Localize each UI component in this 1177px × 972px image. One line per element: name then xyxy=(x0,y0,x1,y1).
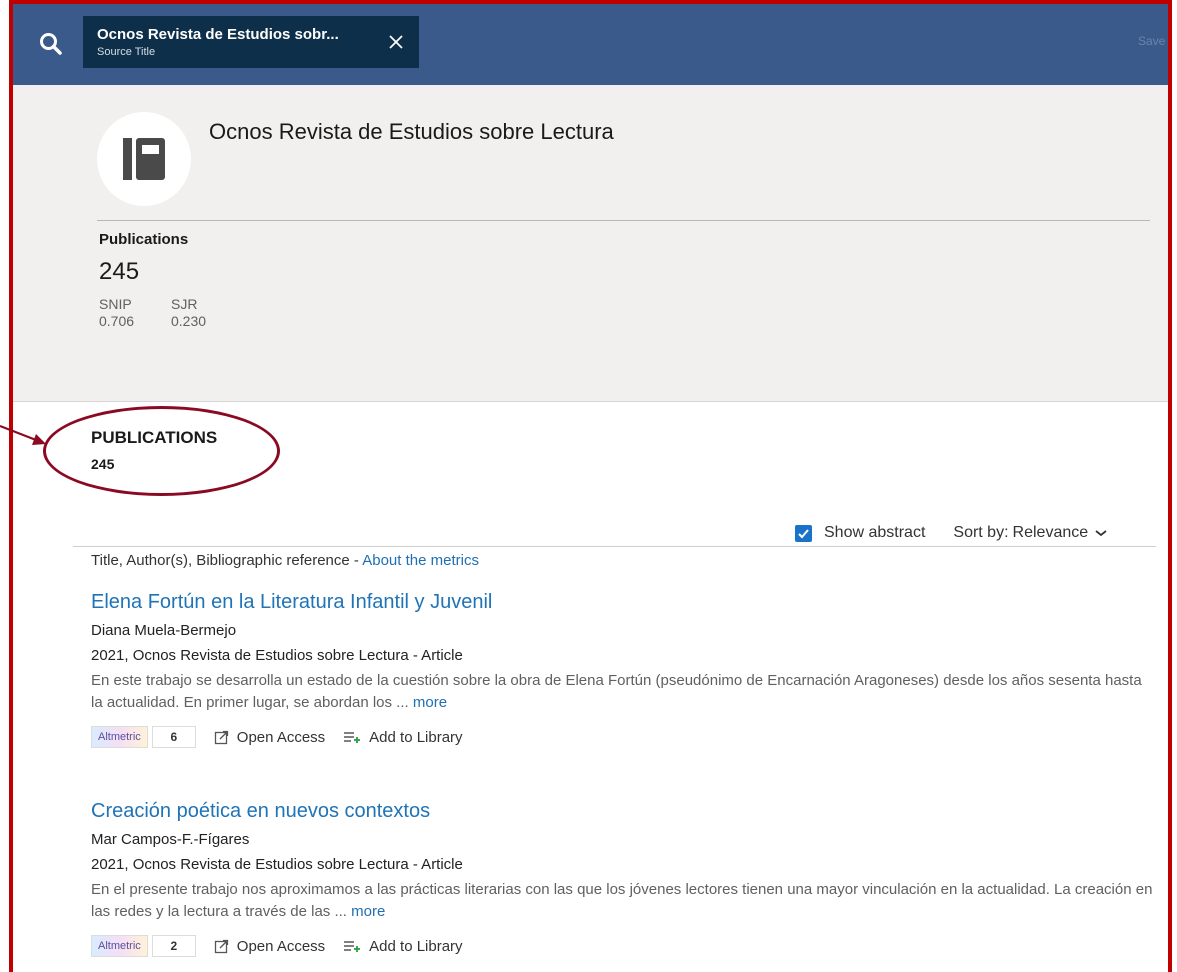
annotation-arrow xyxy=(0,424,46,445)
publication-actions: Altmetric 2 Open Access Add to Library xyxy=(91,935,1161,957)
publication-abstract: En el presente trabajo nos aproximamos a… xyxy=(91,879,1153,923)
add-to-library-icon xyxy=(344,732,361,743)
save-link[interactable]: Save / xyxy=(1138,34,1168,48)
sort-dropdown[interactable]: Relevance xyxy=(1013,524,1089,542)
external-link-icon xyxy=(214,730,228,744)
publication-reference: 2021, Ocnos Revista de Estudios sobre Le… xyxy=(91,647,463,664)
publications-count: 245 xyxy=(99,258,140,285)
annotation-circle xyxy=(43,406,280,496)
metric-value: 0.706 xyxy=(99,313,135,329)
add-to-library-label: Add to Library xyxy=(369,728,463,746)
publication-title-link[interactable]: Creación poética en nuevos contextos xyxy=(91,798,1161,824)
columns-caption: Title, Author(s), Bibliographic referenc… xyxy=(91,552,479,569)
add-to-library-icon xyxy=(344,941,361,952)
publications-label: Publications xyxy=(99,231,189,248)
publication-item: Creación poética en nuevos contextos Mar… xyxy=(91,798,1161,957)
more-link[interactable]: more xyxy=(351,903,385,920)
altmetric-score: 2 xyxy=(151,935,196,957)
altmetric-badge[interactable]: Altmetric 6 xyxy=(91,726,196,748)
open-access-button[interactable]: Open Access xyxy=(214,729,325,746)
top-bar: Ocnos Revista de Estudios sobr... Source… xyxy=(13,4,1168,85)
source-title: Ocnos Revista de Estudios sobre Lectura xyxy=(209,119,614,144)
search-icon xyxy=(40,33,62,55)
altmetric-label: Altmetric xyxy=(91,726,148,748)
columns-caption-text: Title, Author(s), Bibliographic referenc… xyxy=(91,552,359,569)
show-abstract-label[interactable]: Show abstract xyxy=(824,524,925,542)
source-avatar xyxy=(97,112,191,206)
add-to-library-button[interactable]: Add to Library xyxy=(343,937,463,955)
about-metrics-link[interactable]: About the metrics xyxy=(362,552,479,569)
publication-author[interactable]: Diana Muela-Bermejo xyxy=(91,622,1161,640)
add-to-library-button[interactable]: Add to Library xyxy=(343,728,463,746)
journal-icon xyxy=(123,138,165,180)
search-button[interactable] xyxy=(37,30,65,58)
checkbox-check-icon xyxy=(798,528,809,538)
open-access-label: Open Access xyxy=(236,728,326,746)
open-access-button[interactable]: Open Access xyxy=(214,938,325,955)
altmetric-label: Altmetric xyxy=(91,935,148,957)
list-divider xyxy=(73,546,1156,547)
abstract-text: En este trabajo se desarrolla un estado … xyxy=(91,672,1142,711)
tab-title: Ocnos Revista de Estudios sobr... xyxy=(97,26,339,43)
altmetric-score: 6 xyxy=(151,726,196,748)
tab-subtitle: Source Title xyxy=(97,46,156,58)
publication-actions: Altmetric 6 Open Access Add to Library xyxy=(91,726,1161,748)
more-link[interactable]: more xyxy=(413,694,447,711)
metric-label: SJR xyxy=(171,296,198,312)
header-divider xyxy=(97,220,1150,221)
publication-item: Elena Fortún en la Literatura Infantil y… xyxy=(91,589,1161,748)
metric-sjr: SJR 0.230 xyxy=(171,296,206,330)
show-abstract-checkbox[interactable] xyxy=(795,524,812,542)
metric-snip: SNIP 0.706 xyxy=(99,296,134,330)
publication-reference: 2021, Ocnos Revista de Estudios sobre Le… xyxy=(91,856,463,873)
altmetric-badge[interactable]: Altmetric 2 xyxy=(91,935,196,957)
window-frame: Ocnos Revista de Estudios sobr... Source… xyxy=(9,0,1172,972)
source-title-tab[interactable]: Ocnos Revista de Estudios sobr... Source… xyxy=(83,16,419,68)
publication-abstract: En este trabajo se desarrolla un estado … xyxy=(91,670,1153,714)
metric-value: 0.230 xyxy=(171,313,207,329)
publication-author[interactable]: Mar Campos-F.-Fígares xyxy=(91,831,1161,849)
external-link-icon xyxy=(214,939,228,953)
sort-label: Sort by: xyxy=(953,524,1009,541)
chevron-down-icon[interactable] xyxy=(1094,528,1108,538)
metric-label: SNIP xyxy=(99,296,132,312)
open-access-label: Open Access xyxy=(236,937,326,955)
publication-title-link[interactable]: Elena Fortún en la Literatura Infantil y… xyxy=(91,589,1161,615)
tab-close-button[interactable] xyxy=(387,33,405,51)
close-icon xyxy=(389,35,403,49)
add-to-library-label: Add to Library xyxy=(369,937,463,955)
source-header: Ocnos Revista de Estudios sobre Lectura … xyxy=(13,85,1168,402)
abstract-text: En el presente trabajo nos aproximamos a… xyxy=(91,881,1153,920)
list-controls: Show abstract Sort by: Relevance xyxy=(795,524,1108,542)
